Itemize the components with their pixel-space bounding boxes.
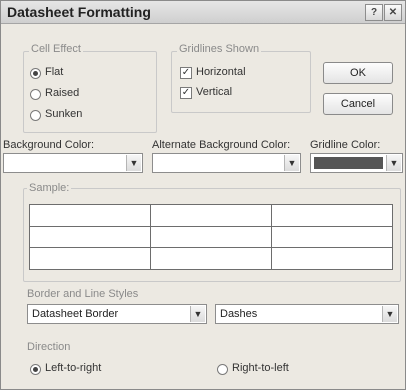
background-color-label: Background Color: — [3, 139, 95, 151]
sample-cell — [150, 225, 272, 249]
alternate-background-color-dropdown[interactable]: ▼ — [152, 153, 301, 173]
dialog-title: Datasheet Formatting — [7, 4, 151, 20]
radio-raised[interactable] — [30, 89, 41, 100]
sample-cell — [29, 225, 151, 249]
gridline-color-dropdown[interactable]: ▼ — [310, 153, 403, 173]
sample-cell — [271, 247, 393, 270]
close-button[interactable]: ✕ — [384, 4, 402, 21]
sample-table — [29, 204, 393, 270]
chevron-down-icon: ▼ — [190, 306, 205, 322]
sample-cell — [29, 204, 151, 227]
sample-cell — [150, 247, 272, 270]
gridlines-label: Gridlines Shown — [177, 43, 262, 55]
radio-left-to-right-label: Left-to-right — [45, 362, 102, 374]
gridline-color-label: Gridline Color: — [310, 139, 381, 151]
line-style-dropdown[interactable]: Dashes ▼ — [215, 304, 399, 324]
chevron-down-icon: ▼ — [386, 155, 401, 171]
sample-cell — [271, 225, 393, 249]
border-style-value: Datasheet Border — [32, 308, 119, 320]
sample-cell — [29, 247, 151, 270]
help-button[interactable]: ? — [365, 4, 383, 21]
border-line-styles-label: Border and Line Styles — [27, 288, 139, 300]
radio-sunken[interactable] — [30, 110, 41, 121]
table-row — [29, 225, 393, 249]
checkbox-horizontal[interactable]: ✓ — [180, 67, 192, 79]
radio-left-to-right[interactable] — [30, 364, 41, 375]
ok-button[interactable]: OK — [323, 62, 393, 84]
background-color-dropdown[interactable]: ▼ — [3, 153, 143, 173]
datasheet-formatting-dialog: Datasheet Formatting ? ✕ Cell Effect Fla… — [0, 0, 406, 390]
cell-effect-label: Cell Effect — [29, 43, 83, 55]
sample-cell — [271, 204, 393, 227]
radio-flat-label: Flat — [45, 66, 64, 78]
radio-right-to-left[interactable] — [217, 364, 228, 375]
title-bar: Datasheet Formatting ? ✕ — [1, 1, 405, 24]
cell-effect-groupbox — [23, 51, 157, 133]
sample-label: Sample: — [27, 182, 72, 194]
radio-right-to-left-label: Right-to-left — [232, 362, 289, 374]
chevron-down-icon: ▼ — [126, 155, 141, 171]
checkbox-vertical-label: Vertical — [196, 86, 233, 98]
border-style-dropdown[interactable]: Datasheet Border ▼ — [27, 304, 207, 324]
line-style-value: Dashes — [220, 308, 258, 320]
radio-sunken-label: Sunken — [45, 108, 83, 120]
radio-raised-label: Raised — [45, 87, 80, 99]
radio-flat[interactable] — [30, 68, 41, 79]
cancel-button[interactable]: Cancel — [323, 93, 393, 115]
checkbox-vertical[interactable]: ✓ — [180, 87, 192, 99]
alternate-background-color-label: Alternate Background Color: — [152, 139, 291, 151]
chevron-down-icon: ▼ — [382, 306, 397, 322]
table-row — [29, 204, 393, 227]
sample-cell — [150, 204, 272, 227]
direction-label: Direction — [27, 341, 71, 353]
gridline-color-swatch — [314, 157, 383, 169]
checkbox-horizontal-label: Horizontal — [196, 66, 246, 78]
gridlines-groupbox — [171, 51, 311, 113]
table-row — [29, 247, 393, 270]
chevron-down-icon: ▼ — [284, 155, 299, 171]
